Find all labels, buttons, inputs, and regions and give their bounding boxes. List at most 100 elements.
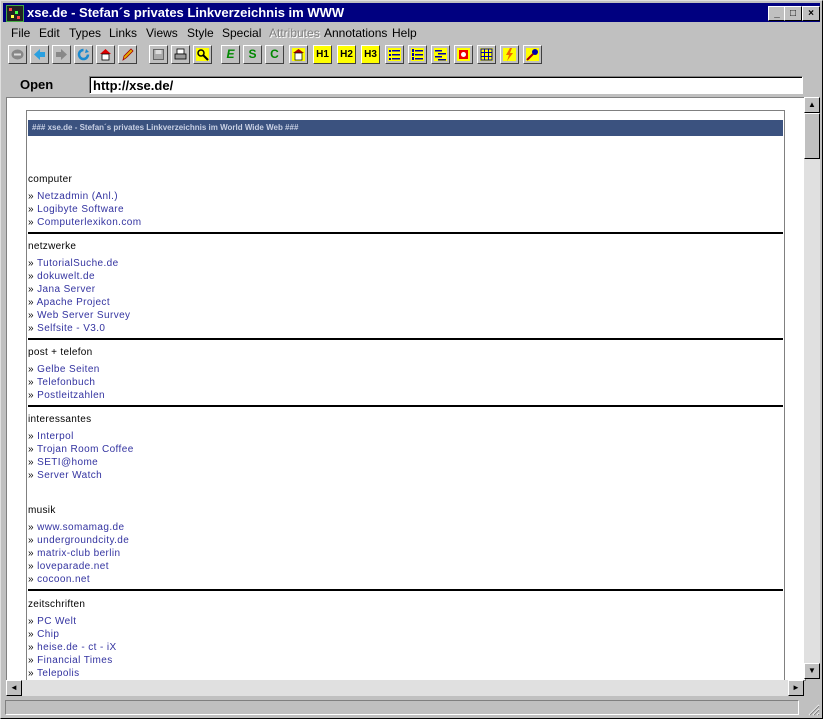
- menu-edit[interactable]: Edit: [39, 26, 60, 40]
- link-item[interactable]: » loveparade.net: [28, 561, 109, 572]
- bullet-marker: »: [28, 522, 38, 533]
- link-item[interactable]: » TutorialSuche.de: [28, 258, 119, 269]
- image-icon[interactable]: [454, 45, 473, 64]
- bullet-list-icon[interactable]: [385, 45, 404, 64]
- code-icon[interactable]: C: [265, 45, 284, 64]
- link-item[interactable]: » Financial Times: [28, 655, 113, 666]
- link-item[interactable]: » Telepolis: [28, 668, 79, 679]
- url-input[interactable]: http://xse.de/: [89, 76, 803, 94]
- link-text[interactable]: Chip: [37, 629, 59, 640]
- link-text[interactable]: Jana Server: [37, 284, 95, 295]
- definition-list-icon[interactable]: [431, 45, 450, 64]
- link-text[interactable]: Netzadmin (Anl.): [37, 191, 118, 202]
- link-item[interactable]: » SETI@home: [28, 457, 98, 468]
- link-item[interactable]: » undergroundcity.de: [28, 535, 129, 546]
- forward-icon[interactable]: [52, 45, 71, 64]
- section-title-musik: musik: [28, 505, 56, 516]
- menu-style[interactable]: Style: [187, 26, 214, 40]
- vertical-scrollbar[interactable]: ▲ ▼: [804, 97, 820, 679]
- toolbar: E S C H1 H2 H3: [3, 43, 820, 71]
- link-item[interactable]: » Netzadmin (Anl.): [28, 191, 118, 202]
- link-text[interactable]: Telepolis: [37, 668, 80, 679]
- table-icon[interactable]: [477, 45, 496, 64]
- scroll-up-button[interactable]: ▲: [804, 97, 820, 113]
- link-text[interactable]: Web Server Survey: [37, 310, 130, 321]
- link-item[interactable]: » Web Server Survey: [28, 310, 130, 321]
- link-text[interactable]: Interpol: [37, 431, 74, 442]
- menu-views[interactable]: Views: [146, 26, 178, 40]
- link-item[interactable]: » Trojan Room Coffee: [28, 444, 134, 455]
- print-icon[interactable]: [171, 45, 190, 64]
- link-text[interactable]: cocoon.net: [37, 574, 90, 585]
- save-icon[interactable]: [149, 45, 168, 64]
- find-icon[interactable]: [193, 45, 212, 64]
- link-text[interactable]: Trojan Room Coffee: [37, 444, 134, 455]
- menu-types[interactable]: Types: [69, 26, 101, 40]
- link-item[interactable]: » matrix-club berlin: [28, 548, 120, 559]
- scroll-thumb[interactable]: [804, 113, 820, 159]
- menu-special[interactable]: Special: [222, 26, 261, 40]
- link-text[interactable]: Selfsite - V3.0: [37, 323, 105, 334]
- link-text[interactable]: heise.de - ct - iX: [37, 642, 116, 653]
- link-item[interactable]: » cocoon.net: [28, 574, 90, 585]
- link-item[interactable]: » Telefonbuch: [28, 377, 95, 388]
- maximize-button[interactable]: □: [784, 6, 802, 21]
- link-text[interactable]: TutorialSuche.de: [37, 258, 119, 269]
- link-text[interactable]: SETI@home: [37, 457, 98, 468]
- link-item[interactable]: » Interpol: [28, 431, 74, 442]
- close-button[interactable]: ×: [802, 6, 820, 21]
- h2-icon[interactable]: H2: [337, 45, 356, 64]
- link-item[interactable]: » Logibyte Software: [28, 204, 124, 215]
- link-text[interactable]: www.somamag.de: [37, 522, 124, 533]
- link-text[interactable]: Postleitzahlen: [37, 390, 105, 401]
- edit-icon[interactable]: [118, 45, 137, 64]
- link-text[interactable]: Gelbe Seiten: [37, 364, 100, 375]
- menu-links[interactable]: Links: [109, 26, 137, 40]
- link-text[interactable]: Telefonbuch: [37, 377, 95, 388]
- link-item[interactable]: » Selfsite - V3.0: [28, 323, 105, 334]
- link-text[interactable]: PC Welt: [37, 616, 76, 627]
- menu-help[interactable]: Help: [392, 26, 417, 40]
- menu-file[interactable]: File: [11, 26, 30, 40]
- link-text[interactable]: Apache Project: [37, 297, 110, 308]
- scroll-right-button[interactable]: ►: [788, 680, 804, 696]
- resize-grip-icon[interactable]: [806, 702, 820, 716]
- horizontal-scrollbar[interactable]: ◄ ►: [6, 680, 804, 696]
- link-item[interactable]: » Jana Server: [28, 284, 95, 295]
- link-item[interactable]: » Apache Project: [28, 297, 110, 308]
- link-text[interactable]: Server Watch: [37, 470, 102, 481]
- page-viewport[interactable]: ### xse.de - Stefan´s privates Linkverze…: [6, 97, 806, 681]
- back-icon[interactable]: [30, 45, 49, 64]
- link-text[interactable]: Computerlexikon.com: [37, 217, 141, 228]
- scroll-down-button[interactable]: ▼: [804, 663, 820, 679]
- link-item[interactable]: » Chip: [28, 629, 59, 640]
- link-item[interactable]: » PC Welt: [28, 616, 76, 627]
- link-text[interactable]: undergroundcity.de: [37, 535, 129, 546]
- link-item[interactable]: » Postleitzahlen: [28, 390, 105, 401]
- link-item[interactable]: » dokuwelt.de: [28, 271, 95, 282]
- home-icon[interactable]: [96, 45, 115, 64]
- annotate-icon[interactable]: [523, 45, 542, 64]
- link-item[interactable]: » Computerlexikon.com: [28, 217, 141, 228]
- strong-icon[interactable]: S: [243, 45, 262, 64]
- link-item[interactable]: » www.somamag.de: [28, 522, 124, 533]
- reload-icon[interactable]: [74, 45, 93, 64]
- scroll-left-button[interactable]: ◄: [6, 680, 22, 696]
- link-item[interactable]: » heise.de - ct - iX: [28, 642, 117, 653]
- link-item[interactable]: » Gelbe Seiten: [28, 364, 100, 375]
- link-text[interactable]: matrix-club berlin: [37, 548, 120, 559]
- link-text[interactable]: Logibyte Software: [37, 204, 124, 215]
- link-text[interactable]: loveparade.net: [37, 561, 109, 572]
- menu-annotations[interactable]: Annotations: [324, 26, 387, 40]
- title-bar[interactable]: xse.de - Stefan´s privates Linkverzeichn…: [3, 3, 820, 22]
- link-icon[interactable]: [500, 45, 519, 64]
- address-icon[interactable]: [289, 45, 308, 64]
- link-text[interactable]: Financial Times: [37, 655, 112, 666]
- link-item[interactable]: » Server Watch: [28, 470, 102, 481]
- emphasis-icon[interactable]: E: [221, 45, 240, 64]
- numbered-list-icon[interactable]: [408, 45, 427, 64]
- stop-icon[interactable]: [8, 45, 27, 64]
- link-text[interactable]: dokuwelt.de: [37, 271, 95, 282]
- h1-icon[interactable]: H1: [313, 45, 332, 64]
- h3-icon[interactable]: H3: [361, 45, 380, 64]
